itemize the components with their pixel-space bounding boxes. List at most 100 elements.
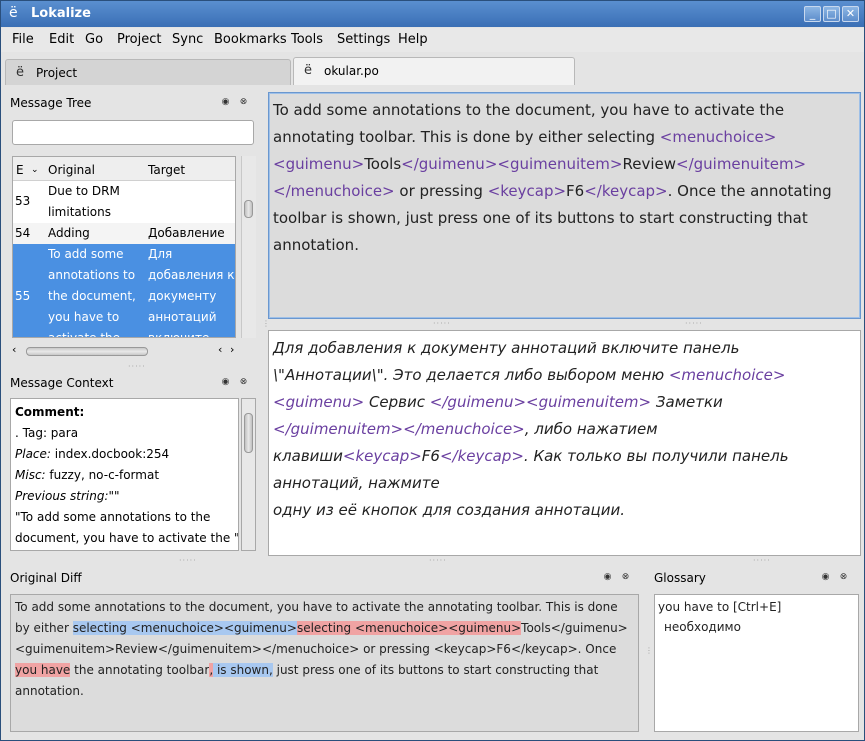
- menu-file[interactable]: File: [12, 32, 34, 47]
- place-value: index.docbook:254: [50, 447, 170, 461]
- message-tree-title: Message Tree: [10, 96, 92, 110]
- column-e[interactable]: E: [16, 163, 24, 177]
- menu-edit[interactable]: Edit: [49, 32, 74, 47]
- menu-project[interactable]: Project: [117, 32, 161, 47]
- source-text: Tools: [364, 155, 402, 173]
- previous-text-line: "To add some annotations to the: [15, 510, 211, 524]
- glossary-entry-target[interactable]: необходимо: [658, 617, 855, 637]
- markup-tag: </guimenuitem></menuchoice>: [273, 420, 525, 438]
- original-diff-view[interactable]: To add some annotations to the document,…: [10, 594, 639, 732]
- source-text: F6: [566, 182, 585, 200]
- row-number: 55: [15, 289, 31, 303]
- tag-line: . Tag: para: [15, 426, 79, 440]
- splitter-grip[interactable]: ·····: [433, 319, 451, 328]
- chevron-down-icon[interactable]: ⌄: [31, 165, 39, 175]
- menu-bookmarks[interactable]: Bookmarks: [214, 32, 287, 47]
- menu-help[interactable]: Help: [398, 32, 428, 47]
- misc-line: Misc: fuzzy, no-c-format: [15, 465, 159, 486]
- lokalize-app-icon: ë: [9, 5, 18, 21]
- source-text: or pressing: [394, 182, 488, 200]
- scroll-left-icon[interactable]: ‹: [12, 343, 16, 356]
- diff-text: the annotating toolbar: [70, 663, 210, 677]
- close-icon[interactable]: ⊗: [237, 376, 250, 389]
- previous-string-label: Previous string:: [15, 489, 109, 503]
- glossary-view[interactable]: you have to [Ctrl+E] необходимо: [654, 594, 859, 732]
- tab-label: okular.po: [324, 64, 379, 78]
- message-tree-hscroll[interactable]: ‹ ‹ ›: [12, 343, 240, 359]
- row-number: 54: [15, 226, 31, 240]
- row-original: To add some: [48, 247, 124, 261]
- splitter-grip[interactable]: ·····: [128, 362, 146, 371]
- float-icon[interactable]: ◉: [219, 376, 232, 389]
- translation-editor[interactable]: Для добавления к документу аннотаций вкл…: [268, 330, 861, 556]
- comment-label: Comment:: [15, 405, 85, 419]
- splitter-grip[interactable]: ·····: [179, 556, 197, 565]
- tab-bar: ë Project ë okular.po: [1, 57, 864, 85]
- project-icon: ë: [16, 65, 24, 80]
- menu-tools[interactable]: Tools: [291, 32, 323, 47]
- column-target[interactable]: Target: [148, 163, 185, 177]
- row-original: Due to DRM: [48, 184, 120, 198]
- menu-bar: File Edit Go Project Sync Bookmarks Tool…: [1, 28, 864, 52]
- float-icon[interactable]: ◉: [819, 571, 832, 584]
- row-target: документу: [148, 289, 217, 303]
- scroll-right-icon[interactable]: ›: [230, 343, 234, 356]
- message-tree-vscroll[interactable]: [241, 156, 256, 338]
- row-original: you have to: [48, 310, 120, 324]
- tab-label: Project: [36, 66, 78, 80]
- previous-string-value: "": [108, 489, 120, 503]
- table-row[interactable]: 53 Due to DRM limitations (typi…: [13, 181, 235, 223]
- scroll-thumb[interactable]: [26, 347, 148, 356]
- target-text: Заметки: [651, 393, 723, 411]
- markup-tag: <keycap>: [487, 182, 567, 200]
- tab-okular-po[interactable]: ë okular.po: [293, 57, 575, 85]
- close-icon[interactable]: ⊗: [837, 571, 850, 584]
- message-context-title: Message Context: [10, 376, 114, 390]
- table-row-selected[interactable]: 55 To add some annotations to the docume…: [13, 244, 235, 338]
- title-bar[interactable]: ë Lokalize _ □ ✕: [1, 1, 864, 27]
- diff-added: selecting <menuchoice><guimenu>: [296, 621, 522, 635]
- minimize-button[interactable]: _: [804, 6, 821, 22]
- diff-removed: selecting <menuchoice><guimenu>: [72, 621, 297, 635]
- file-icon: ë: [304, 63, 312, 78]
- table-row[interactable]: 54 Adding annota… Добавление …: [13, 223, 235, 244]
- place-label: Place:: [15, 447, 51, 461]
- close-icon[interactable]: ⊗: [619, 571, 632, 584]
- close-button[interactable]: ✕: [842, 6, 859, 22]
- menu-sync[interactable]: Sync: [172, 32, 203, 47]
- target-text: F6: [421, 447, 440, 465]
- message-context-content: Comment: . Tag: para Place: index.docboo…: [10, 398, 239, 551]
- lokalize-window: ë Lokalize _ □ ✕ File Edit Go Project Sy…: [0, 0, 865, 741]
- splitter-grip[interactable]: ⋮: [262, 319, 271, 328]
- menu-settings[interactable]: Settings: [337, 32, 390, 47]
- glossary-entry-source[interactable]: you have to [Ctrl+E]: [658, 597, 855, 617]
- source-text-view[interactable]: To add some annotations to the document,…: [268, 92, 861, 319]
- splitter-grip[interactable]: ·····: [753, 556, 771, 565]
- scroll-thumb[interactable]: [244, 413, 253, 453]
- row-original: activate the an…: [48, 331, 121, 338]
- splitter-grip[interactable]: ·····: [685, 319, 703, 328]
- message-context-vscroll[interactable]: [241, 398, 256, 551]
- row-target: Добавление …: [148, 226, 225, 240]
- diff-added: you have: [15, 663, 71, 677]
- scroll-thumb[interactable]: [244, 200, 253, 218]
- row-target: Для: [148, 247, 173, 261]
- close-icon[interactable]: ⊗: [237, 96, 250, 109]
- float-icon[interactable]: ◉: [219, 96, 232, 109]
- diff-removed: is shown,: [213, 663, 273, 677]
- scroll-left-icon[interactable]: ‹: [218, 343, 222, 356]
- column-original[interactable]: Original: [48, 163, 95, 177]
- misc-label: Misc:: [15, 468, 46, 482]
- markup-tag: </keycap>: [584, 182, 668, 200]
- message-search-input[interactable]: [12, 120, 254, 145]
- tab-project[interactable]: ë Project: [5, 59, 291, 85]
- float-icon[interactable]: ◉: [601, 571, 614, 584]
- splitter-grip[interactable]: ·····: [429, 556, 447, 565]
- menu-go[interactable]: Go: [85, 32, 103, 47]
- previous-string-line: Previous string:"": [15, 486, 120, 507]
- table-header: E ⌄ Original Target: [13, 157, 235, 181]
- target-text: одну из её кнопок для создания аннотации…: [273, 501, 626, 519]
- maximize-button[interactable]: □: [823, 6, 840, 22]
- row-target: добавления к: [148, 268, 235, 282]
- message-table: E ⌄ Original Target 53 Due to DRM limita…: [12, 156, 236, 338]
